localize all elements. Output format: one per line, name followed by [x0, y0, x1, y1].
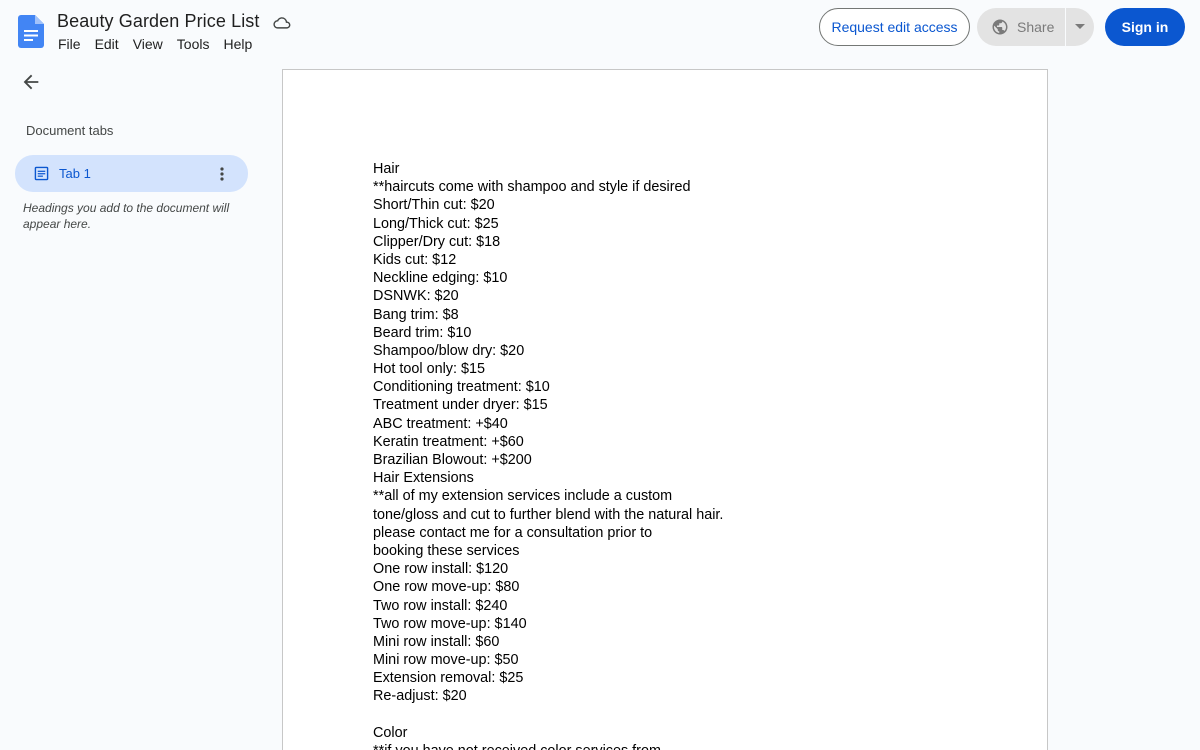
document-line: Hair Extensions — [373, 470, 474, 487]
document-line: Neckline edging: $10 — [373, 270, 508, 287]
document-line: Clipper/Dry cut: $18 — [373, 233, 501, 250]
menu-bar: File Edit View Tools Help — [51, 34, 259, 54]
document-line: **haircuts come with shampoo and style i… — [373, 179, 691, 196]
document-line: Beard trim: $10 — [373, 324, 472, 341]
share-label: Share — [1017, 19, 1055, 35]
document-title[interactable]: Beauty Garden Price List — [57, 11, 260, 32]
share-button-group: Share — [977, 8, 1094, 46]
document-line: Keratin treatment: +$60 — [373, 433, 524, 450]
document-line: **all of my extension services include a… — [373, 488, 673, 505]
menu-view[interactable]: View — [126, 34, 170, 54]
document-line: Treatment under dryer: $15 — [373, 397, 548, 414]
arrow-back-icon[interactable] — [20, 71, 42, 93]
document-line: Hair — [373, 161, 400, 177]
document-line: Long/Thick cut: $25 — [373, 215, 499, 232]
document-body: Hair **haircuts come with shampoo and sty… — [373, 160, 973, 750]
top-bar: Beauty Garden Price List File Edit View … — [0, 0, 1200, 62]
document-line: Hot tool only: $15 — [373, 361, 485, 378]
tab-1[interactable]: Tab 1 — [15, 155, 248, 192]
menu-file[interactable]: File — [51, 34, 88, 54]
request-edit-access-button[interactable]: Request edit access — [819, 8, 970, 46]
document-line: Brazilian Blowout: +$200 — [373, 452, 532, 468]
more-vert-icon[interactable] — [212, 164, 232, 184]
document-line: Shampoo/blow dry: $20 — [373, 342, 525, 359]
cloud-saved-icon[interactable] — [272, 13, 292, 33]
document-line: ABC treatment: +$40 — [373, 415, 508, 432]
menu-edit[interactable]: Edit — [88, 34, 126, 54]
document-tabs-heading: Document tabs — [26, 123, 114, 138]
document-line: Extension removal: $25 — [373, 670, 524, 687]
document-line: Two row install: $240 — [373, 597, 508, 614]
document-line: **if you have not received color service… — [373, 742, 973, 750]
document-line: please contact me for a consultation pri… — [373, 524, 653, 541]
sign-in-button[interactable]: Sign in — [1105, 8, 1185, 46]
document-line: Re-adjust: $20 — [373, 688, 467, 705]
google-docs-icon[interactable] — [18, 15, 44, 48]
document-line: Mini row install: $60 — [373, 633, 500, 650]
document-line: One row install: $120 — [373, 561, 509, 578]
document-line: tone/gloss and cut to further blend with… — [373, 506, 724, 523]
caret-down-icon — [1075, 24, 1085, 29]
document-line: Two row move-up: $140 — [373, 615, 527, 632]
document-line: Mini row move-up: $50 — [373, 652, 519, 669]
menu-tools[interactable]: Tools — [170, 34, 217, 54]
document-icon — [34, 166, 49, 181]
document-line: Color — [373, 724, 408, 741]
share-button[interactable]: Share — [977, 8, 1065, 46]
document-line: Bang trim: $8 — [373, 306, 459, 323]
globe-icon — [992, 19, 1008, 35]
document-line: DSNWK: $20 — [373, 288, 459, 305]
document-line: Kids cut: $12 — [373, 251, 457, 268]
menu-help[interactable]: Help — [216, 34, 259, 54]
share-dropdown-button[interactable] — [1066, 8, 1094, 46]
document-line: Short/Thin cut: $20 — [373, 197, 495, 214]
tabs-empty-note: Headings you add to the document will ap… — [23, 201, 230, 231]
document-line: One row move-up: $80 — [373, 579, 520, 596]
document-line: booking these services — [373, 542, 520, 559]
document-line: Conditioning treatment: $10 — [373, 379, 550, 396]
tab-label: Tab 1 — [59, 166, 91, 181]
document-page[interactable]: Hair **haircuts come with shampoo and sty… — [282, 69, 1048, 750]
